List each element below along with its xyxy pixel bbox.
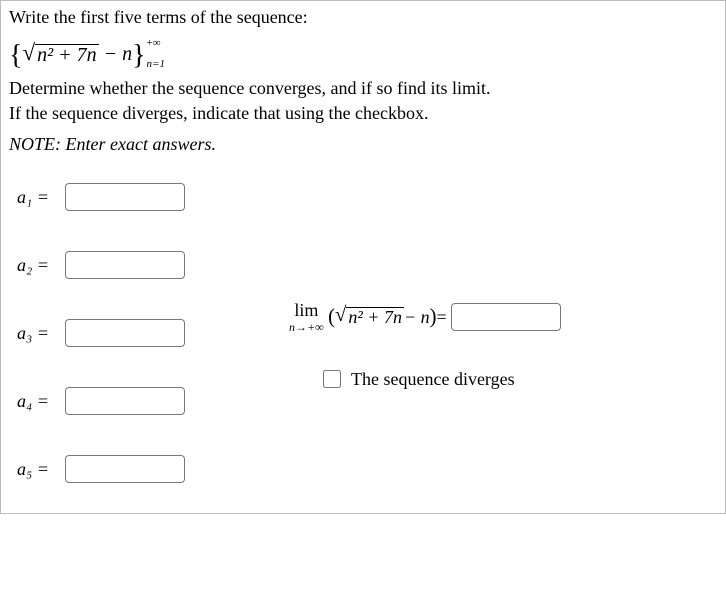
sequence-sup: +∞ (147, 38, 165, 49)
input-a3[interactable] (65, 319, 185, 347)
sequence-inner: n² + 7n (37, 44, 97, 66)
problem-container: Write the first five terms of the sequen… (0, 0, 726, 514)
instructions-line-1: Determine whether the sequence converges… (9, 78, 717, 99)
sequence-formula: {√n² + 7n − n} +∞n=1 (9, 38, 717, 70)
diverges-checkbox[interactable] (323, 370, 341, 388)
limit-expression: lim n→+∞ (√n² + 7n − n) = (289, 301, 717, 333)
terms-column: a₁ = a₂ = a₃ = a₄ = a₅ = (9, 183, 289, 493)
instructions-line-2: If the sequence diverges, indicate that … (9, 103, 717, 124)
limit-equals: = (437, 307, 447, 328)
limit-minus: − n (404, 307, 430, 328)
limit-inner: n² + 7n (348, 307, 402, 327)
input-a1[interactable] (65, 183, 185, 211)
limit-column: lim n→+∞ (√n² + 7n − n) = The sequence d… (289, 183, 717, 391)
input-a2[interactable] (65, 251, 185, 279)
label-a2: a₂ = (17, 255, 49, 275)
input-a4[interactable] (65, 387, 185, 415)
sequence-minus: − n (99, 43, 133, 65)
label-a3: a₃ = (17, 323, 49, 343)
input-limit[interactable] (451, 303, 561, 331)
label-a4: a₄ = (17, 391, 49, 411)
sequence-sub: n=1 (147, 58, 165, 70)
label-a1: a₁ = (17, 187, 49, 207)
diverges-label: The sequence diverges (351, 369, 515, 390)
prompt-text: Write the first five terms of the sequen… (9, 7, 717, 28)
limit-operator: lim n→+∞ (289, 301, 324, 333)
note-text: NOTE: Enter exact answers. (9, 134, 717, 155)
label-a5: a₅ = (17, 459, 49, 479)
input-a5[interactable] (65, 455, 185, 483)
